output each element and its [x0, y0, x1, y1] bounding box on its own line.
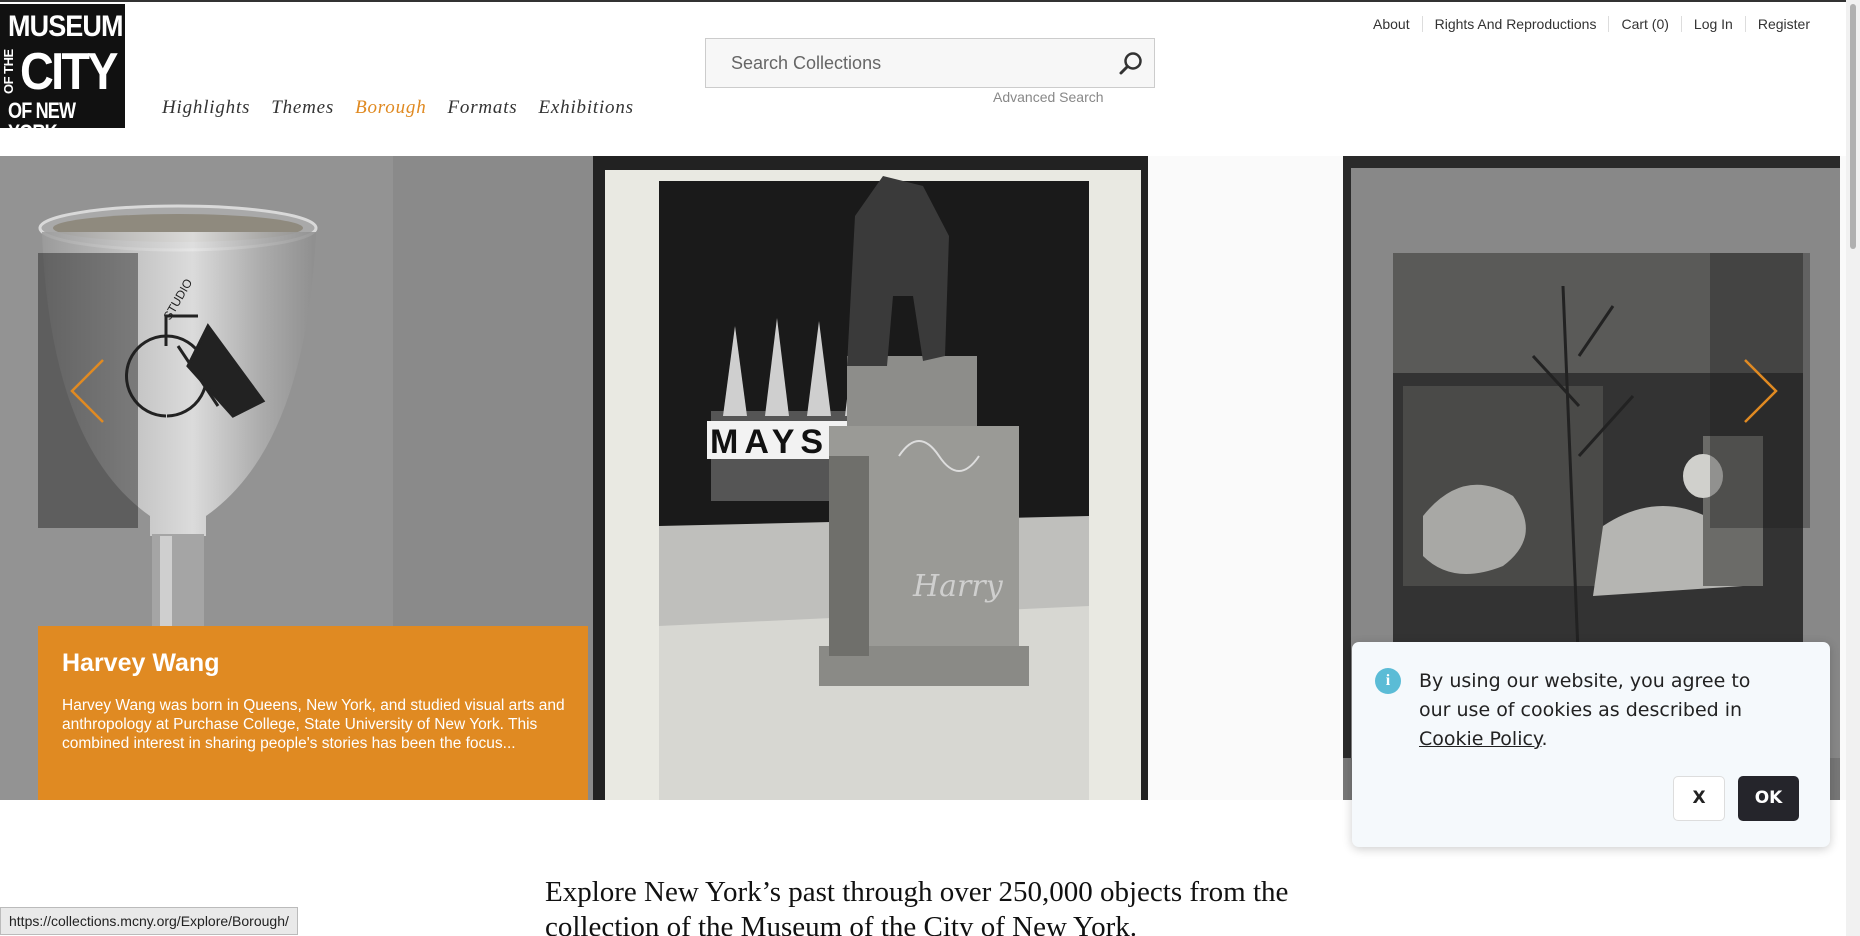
caption-title: Harvey Wang	[62, 649, 220, 677]
nav-highlights[interactable]: Highlights	[162, 98, 250, 117]
slide-mays-statue-photo[interactable]: MAYS Harry	[593, 156, 1148, 800]
browser-status-url: https://collections.mcny.org/Explore/Bor…	[0, 907, 298, 935]
nav-formats[interactable]: Formats	[448, 98, 518, 117]
slide-studio54-glass[interactable]: STUDIO Harvey Wang Harvey Wang was born …	[0, 156, 593, 800]
advanced-search-link[interactable]: Advanced Search	[993, 89, 1104, 105]
cookie-message: By using our website, you agree to our u…	[1419, 667, 1759, 754]
nav-about[interactable]: About	[1361, 16, 1422, 32]
cookie-consent-banner: i By using our website, you agree to our…	[1352, 642, 1830, 847]
cookie-message-end: .	[1541, 728, 1548, 750]
slide-caption[interactable]: Harvey Wang Harvey Wang was born in Quee…	[38, 626, 588, 800]
nav-exhibitions[interactable]: Exhibitions	[539, 98, 634, 117]
mays-photo-image: MAYS Harry	[605, 170, 1141, 800]
nav-borough[interactable]: Borough	[355, 98, 426, 117]
mays-sign-text: MAYS	[710, 423, 829, 461]
cookie-ok-button[interactable]: OK	[1738, 776, 1799, 821]
caption-text: Harvey Wang was born in Queens, New York…	[62, 697, 565, 752]
utility-nav: About Rights And Reproductions Cart (0) …	[1361, 16, 1822, 32]
logo-city-text: CITY	[20, 43, 119, 101]
nav-log-in[interactable]: Log In	[1680, 16, 1745, 32]
logo-of-the-text: OF THE	[1, 49, 16, 94]
cookie-policy-link[interactable]: Cookie Policy	[1419, 728, 1541, 750]
svg-text:Harry: Harry	[912, 569, 1004, 604]
nav-themes[interactable]: Themes	[271, 98, 334, 117]
chevron-left-icon	[70, 359, 104, 423]
info-icon: i	[1375, 668, 1401, 694]
intro-text: Explore New York’s past through over 250…	[545, 876, 1289, 936]
cookie-message-text: By using our website, you agree to our u…	[1419, 670, 1751, 721]
nav-rights-reproductions[interactable]: Rights And Reproductions	[1421, 16, 1609, 32]
chevron-right-icon	[1744, 359, 1778, 423]
site-header: MUSEUM OF THE CITY OF NEW YORK Highlight…	[0, 0, 1860, 156]
nav-register[interactable]: Register	[1744, 16, 1822, 32]
page-scrollbar[interactable]	[1846, 0, 1860, 936]
carousel-next-button[interactable]	[1710, 253, 1810, 528]
search-icon[interactable]	[1118, 50, 1144, 76]
search-input[interactable]	[706, 39, 1106, 87]
main-nav: Highlights Themes Borough Formats Exhibi…	[162, 98, 655, 117]
logo-museum-text: MUSEUM	[8, 10, 124, 43]
nav-cart[interactable]: Cart (0)	[1608, 16, 1680, 32]
museum-logo[interactable]: MUSEUM OF THE CITY OF NEW YORK	[0, 4, 125, 144]
search-box	[705, 38, 1155, 88]
cookie-dismiss-button[interactable]: X	[1673, 776, 1725, 821]
carousel-prev-button[interactable]	[38, 253, 138, 528]
scrollbar-thumb[interactable]	[1850, 4, 1856, 249]
logo-new-york-text: OF NEW YORK	[8, 98, 76, 145]
